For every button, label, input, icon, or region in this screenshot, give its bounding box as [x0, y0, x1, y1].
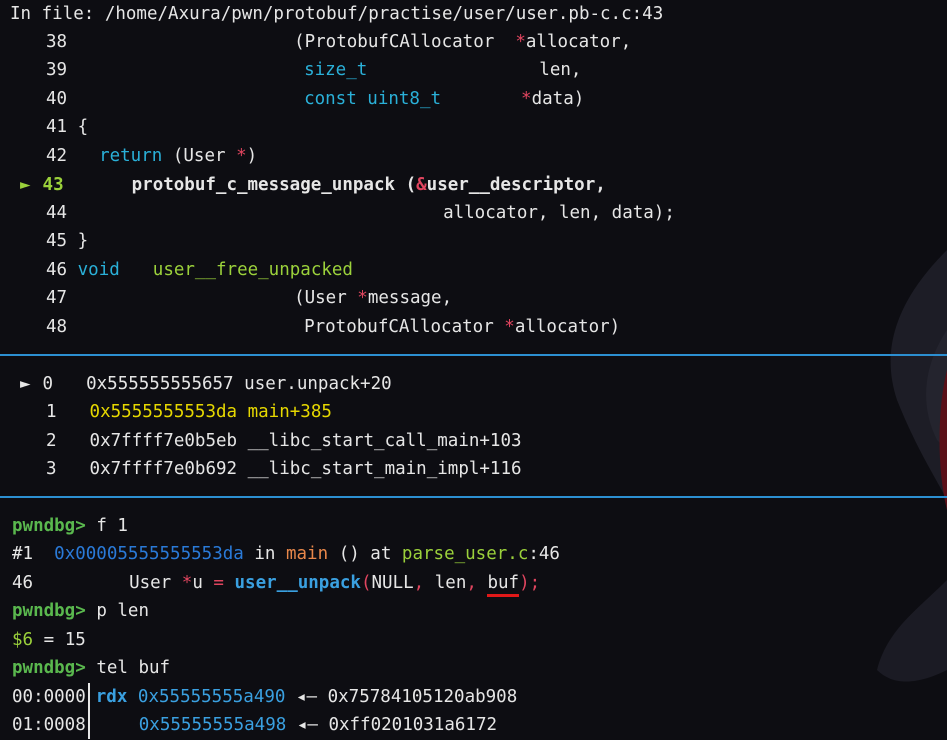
source-line-48: 48 ProtobufCAllocator *allocator) — [10, 313, 620, 341]
pwndbg-prompt: pwndbg> — [12, 516, 86, 536]
column-separator — [87, 711, 90, 739]
line-number: 40 — [46, 89, 68, 109]
telescope-row: 00:0000 rdx 0x55555555a490 ◂— 0x757841051… — [12, 683, 517, 711]
line-number: 38 — [46, 32, 68, 52]
pwndbg-prompt: pwndbg> — [12, 601, 86, 621]
column-separator — [87, 683, 90, 711]
line-number: 43 — [42, 175, 64, 195]
console-command-1: pwndbg> f 1 — [12, 516, 128, 536]
telescope-row: 01:0008 0x55555555a498 ◂— 0xff0201031a617… — [12, 711, 497, 739]
points-to-arrow-icon: ◂— — [296, 715, 318, 735]
line-number: 44 — [46, 203, 68, 223]
line-number: 46 — [46, 260, 68, 280]
backtrace-frame-0: ► 0 0x555555555657 user.unpack+20 — [10, 370, 392, 398]
current-line-marker-icon: ► — [20, 175, 31, 195]
source-line-44: 44 allocator, len, data); — [10, 199, 675, 227]
backtrace-frame-3: 3 0x7ffff7e0b692 __libc_start_main_impl+1… — [46, 459, 522, 479]
source-line-46-main: 46 User *u = user__unpack(NULL, len, buf)… — [12, 569, 540, 597]
line-number: 47 — [46, 288, 68, 308]
source-line-47: 47 (User *message, — [10, 284, 452, 312]
buf-underline-annotation: buf — [487, 573, 520, 597]
file-location-header: In file: /home/Axura/pwn/protobuf/practi… — [10, 4, 664, 24]
source-line-45: 45 } — [10, 227, 88, 255]
source-line-39: 39 size_t len, — [10, 56, 581, 84]
line-number: 48 — [46, 317, 68, 337]
source-line-41: 41 { — [10, 113, 88, 141]
source-line-43-current: ► 43 protobuf_c_message_unpack (&user__des… — [10, 171, 606, 199]
line-number: 41 — [46, 117, 68, 137]
backtrace-frame-1: 1 0x5555555553da main+385 — [46, 402, 332, 422]
backtrace-frame-2: 2 0x7ffff7e0b5eb __libc_start_call_main+1… — [46, 431, 522, 451]
source-line-40: 40 const uint8_t *data) — [10, 85, 584, 113]
points-to-arrow-icon: ◂— — [295, 687, 318, 707]
line-number: 39 — [46, 60, 68, 80]
section-divider — [0, 496, 947, 498]
source-line-46: 46 void user__free_unpacked — [10, 256, 353, 284]
source-line-38: 38 (ProtobufCAllocator *allocator, — [10, 28, 631, 56]
section-divider — [0, 354, 947, 356]
selected-frame-marker-icon: ► — [20, 374, 31, 394]
print-result: $6 = 15 — [12, 630, 86, 650]
console-command-2: pwndbg> p len — [12, 601, 149, 621]
source-line-42: 42 return (User *) — [10, 142, 257, 170]
line-number: 45 — [46, 231, 68, 251]
background-tribal-art — [877, 250, 947, 682]
line-number: 42 — [46, 146, 68, 166]
console-command-3: pwndbg> tel buf — [12, 658, 171, 678]
pwndbg-prompt: pwndbg> — [12, 658, 86, 678]
frame-info-line: #1 0x00005555555553da in main () at pars… — [12, 544, 560, 564]
